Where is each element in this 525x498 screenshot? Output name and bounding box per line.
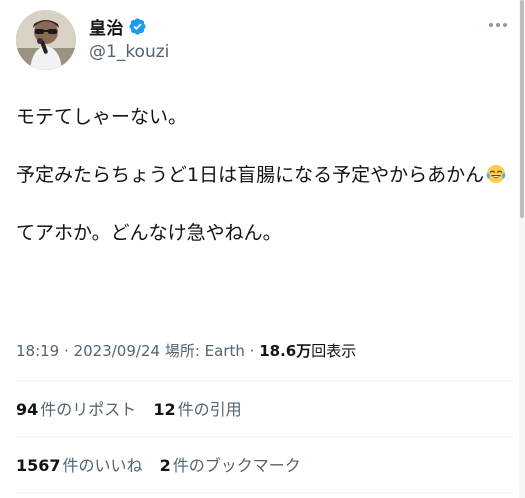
face-with-tears-of-joy-icon	[486, 164, 506, 184]
views-label: 回表示	[311, 342, 357, 360]
tweet-date[interactable]: 2023/09/24	[74, 342, 160, 360]
tweet-text: モテてしゃーない。 予定みたらちょうど1日は盲腸になる予定やからあかん てアホか…	[16, 103, 513, 248]
tweet-detail: 皇治 @1_kouzi モテてしゃーない。 予定みたらちょうど1日は盲腸になる予…	[0, 0, 515, 498]
meta-separator: ·	[249, 342, 255, 360]
likes-stat[interactable]: 1567 件のいいね	[16, 452, 143, 476]
stats-row-shares: 94 件のリポスト 12 件の引用	[16, 396, 254, 420]
verified-badge-icon	[128, 17, 147, 36]
more-options-button[interactable]	[485, 14, 511, 36]
likes-count: 1567	[16, 456, 61, 475]
bookmarks-stat[interactable]: 2 件のブックマーク	[160, 452, 301, 476]
likes-label: 件のいいね	[62, 456, 143, 475]
more-dot-icon	[489, 23, 493, 27]
divider	[16, 492, 513, 493]
display-name[interactable]: 皇治	[89, 14, 124, 39]
tweet-paragraph: モテてしゃーない。	[16, 106, 188, 128]
tweet-header: 皇治 @1_kouzi	[16, 10, 513, 72]
paragraph-spacer	[16, 190, 513, 219]
scrollbar-thumb[interactable]	[520, 0, 524, 218]
more-dot-icon	[503, 23, 507, 27]
reposts-stat[interactable]: 94 件のリポスト	[16, 396, 136, 420]
quotes-stat[interactable]: 12 件の引用	[153, 396, 241, 420]
divider	[16, 380, 513, 381]
display-name-row: 皇治	[89, 14, 169, 39]
divider	[16, 436, 513, 437]
meta-separator: ·	[64, 342, 69, 360]
views-count: 18.6万	[259, 342, 312, 360]
quotes-count: 12	[153, 400, 176, 419]
tweet-paragraph: 予定みたらちょうど1日は盲腸になる予定やからあかん	[16, 161, 513, 190]
tweet-location: 場所: Earth	[164, 342, 245, 360]
reposts-label: 件のリポスト	[40, 400, 137, 419]
bookmarks-count: 2	[159, 456, 171, 475]
user-handle[interactable]: @1_kouzi	[89, 42, 169, 62]
tweet-time[interactable]: 18:19	[16, 342, 59, 360]
more-dot-icon	[496, 23, 500, 27]
avatar[interactable]	[16, 10, 76, 70]
profile-photo-icon	[16, 10, 76, 70]
quotes-label: 件の引用	[177, 400, 242, 419]
tweet-paragraph-text: 予定みたらちょうど1日は盲腸になる予定やからあかん	[16, 164, 485, 186]
bookmarks-label: 件のブックマーク	[172, 456, 301, 475]
tweet-meta: 18:19 · 2023/09/24 場所: Earth · 18.6万回表示	[16, 340, 356, 361]
reposts-count: 94	[16, 400, 39, 419]
paragraph-spacer	[16, 132, 513, 161]
tweet-paragraph: てアホか。どんなけ急やねん。	[16, 222, 282, 244]
stats-row-engagement: 1567 件のいいね 2 件のブックマーク	[16, 452, 313, 476]
user-names: 皇治 @1_kouzi	[89, 14, 169, 62]
scrollbar[interactable]	[519, 0, 525, 498]
